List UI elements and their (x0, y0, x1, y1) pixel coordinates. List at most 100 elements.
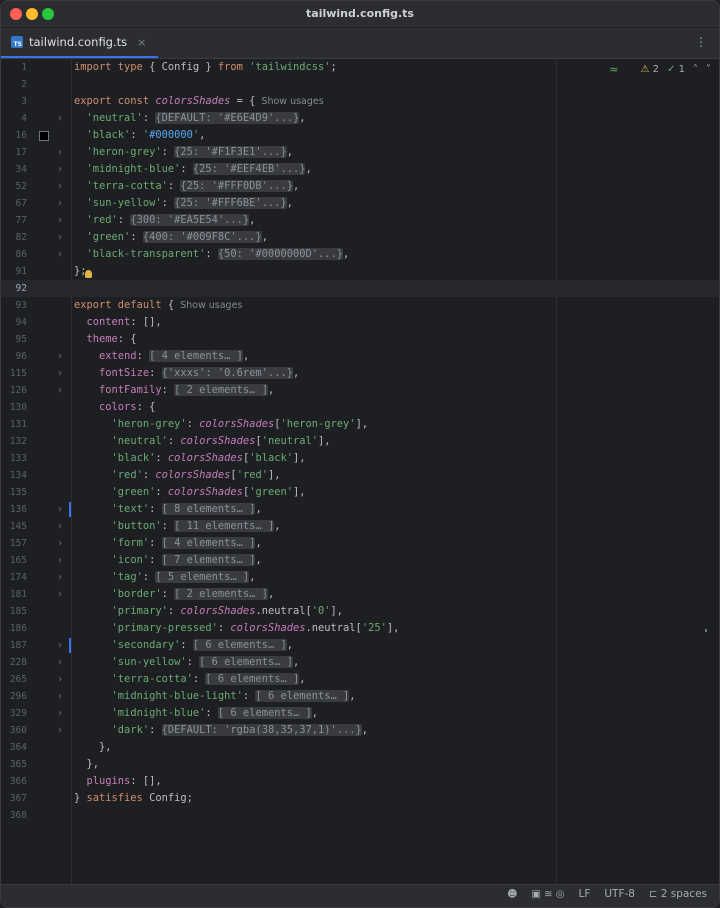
code-line[interactable]: 94 content: [], (1, 314, 719, 331)
folded-region[interactable]: [ 6 elements… ] (205, 673, 300, 685)
tab-tailwind-config[interactable]: TS tailwind.config.ts × (1, 28, 159, 58)
folded-region[interactable]: [ 4 elements… ] (161, 537, 256, 549)
code-line[interactable]: 364 }, (1, 739, 719, 756)
folded-region[interactable]: {25: '#FFF0DB'...} (180, 180, 293, 192)
code-line[interactable]: 91}; (1, 263, 719, 280)
fold-toggle-icon[interactable]: › (57, 212, 63, 229)
fold-toggle-icon[interactable]: › (57, 722, 63, 739)
fold-toggle-icon[interactable]: › (57, 178, 63, 195)
code-line[interactable]: 77 › 'red': {300: '#EA5E54'...}, (1, 212, 719, 229)
code-line[interactable]: 185 'primary': colorsShades.neutral['0']… (1, 603, 719, 620)
fold-toggle-icon[interactable]: › (57, 654, 63, 671)
folded-region[interactable]: [ 11 elements… ] (174, 520, 275, 532)
code-line[interactable]: 365 }, (1, 756, 719, 773)
folded-region[interactable]: [ 4 elements… ] (149, 350, 243, 362)
code-line[interactable]: 181 › 'border': [ 2 elements… ], (1, 586, 719, 603)
fold-toggle-icon[interactable]: › (57, 110, 63, 127)
code-line[interactable]: 228 › 'sun-yellow': [ 6 elements… ], (1, 654, 719, 671)
lightbulb-icon[interactable] (84, 270, 92, 278)
fold-toggle-icon[interactable]: › (57, 246, 63, 263)
fold-toggle-icon[interactable]: › (57, 535, 63, 552)
code-line[interactable]: 187 › 'secondary': [ 6 elements… ], (1, 637, 719, 654)
code-line[interactable]: 360 › 'dark': {DEFAULT: 'rgba(38,35,37,1)… (1, 722, 719, 739)
code-line[interactable]: 157 › 'form': [ 4 elements… ], (1, 535, 719, 552)
code-line[interactable]: 174 › 'tag': [ 5 elements… ], (1, 569, 719, 586)
code-line[interactable]: 329 › 'midnight-blue': [ 6 elements… ], (1, 705, 719, 722)
folded-region[interactable]: {'xxxs': '0.6rem'...} (161, 367, 293, 379)
line-separator[interactable]: LF (578, 888, 590, 900)
code-line[interactable]: 86 › 'black-transparent': {50: '#0000000D… (1, 246, 719, 263)
fold-toggle-icon[interactable]: › (57, 705, 63, 722)
code-line[interactable]: 3 export const colorsShades = {Show usage… (1, 93, 719, 110)
code-line[interactable]: 136 › 'text': [ 8 elements… ], (1, 501, 719, 518)
folded-region[interactable]: {25: '#EEF4EB'...} (192, 163, 306, 175)
code-line[interactable]: 132 'neutral': colorsShades['neutral'], (1, 433, 719, 450)
fold-toggle-icon[interactable]: › (57, 518, 63, 535)
checks-indicator[interactable]: ✓ 1 (667, 64, 685, 75)
code-line[interactable]: 145 › 'button': [ 11 elements… ], (1, 518, 719, 535)
code-line[interactable]: 133 'black': colorsShades['black'], (1, 450, 719, 467)
code-line[interactable]: 296 › 'midnight-blue-light': [ 6 elements… (1, 688, 719, 705)
folded-region[interactable]: {50: '#0000000D'...} (217, 248, 344, 260)
folded-region[interactable]: [ 5 elements… ] (155, 571, 250, 583)
folded-region[interactable]: {25: '#FFF6BE'...} (174, 197, 287, 209)
fold-toggle-icon[interactable]: › (57, 144, 63, 161)
fold-toggle-icon[interactable]: › (57, 348, 63, 365)
folded-region[interactable]: [ 6 elements… ] (199, 656, 293, 668)
indent-settings[interactable]: ⊏ 2 spaces (649, 888, 707, 900)
folded-region[interactable]: [ 6 elements… ] (192, 639, 287, 651)
close-tab-icon[interactable]: × (137, 36, 146, 49)
readonly-toggle-icon[interactable]: ▣ ≋ ◎ (532, 889, 565, 900)
folded-region[interactable]: [ 7 elements… ] (161, 554, 256, 566)
warnings-indicator[interactable]: ⚠ 2 (641, 64, 660, 75)
code-line[interactable]: 186 'primary-pressed': colorsShades.neut… (1, 620, 719, 637)
code-line[interactable]: 130 colors: { (1, 399, 719, 416)
next-highlight-icon[interactable]: ˅ (706, 64, 711, 75)
code-line[interactable]: 67 › 'sun-yellow': {25: '#FFF6BE'...}, (1, 195, 719, 212)
folded-region[interactable]: [ 6 elements… ] (255, 690, 350, 702)
folded-region[interactable]: {DEFAULT: '#E6E4D9'...} (155, 112, 300, 124)
folded-region[interactable]: [ 8 elements… ] (161, 503, 256, 515)
code-line[interactable]: 34 › 'midnight-blue': {25: '#EEF4EB'...}, (1, 161, 719, 178)
more-options-icon[interactable]: ⋮ (695, 35, 707, 49)
code-line[interactable]: 135 'green': colorsShades['green'], (1, 484, 719, 501)
code-line[interactable]: 95 theme: { (1, 331, 719, 348)
code-line[interactable]: 16 'black': '#000000', (1, 127, 719, 144)
code-editor[interactable]: 1 import type { Config } from 'tailwindcs… (1, 59, 719, 886)
vcs-change-marker[interactable] (69, 502, 71, 517)
folded-region[interactable]: {DEFAULT: 'rgba(38,35,37,1)'...} (161, 724, 362, 736)
fold-toggle-icon[interactable]: › (57, 569, 63, 586)
code-line[interactable]: 265 › 'terra-cotta': [ 6 elements… ], (1, 671, 719, 688)
code-line[interactable]: 17 › 'heron-grey': {25: '#F1F3E1'...}, (1, 144, 719, 161)
code-line[interactable]: 96 › extend: [ 4 elements… ], (1, 348, 719, 365)
code-line[interactable]: 367} satisfies Config; (1, 790, 719, 807)
code-line[interactable]: 82 › 'green': {400: '#009F8C'...}, (1, 229, 719, 246)
folded-region[interactable]: [ 6 elements… ] (217, 707, 312, 719)
fold-toggle-icon[interactable]: › (57, 501, 63, 518)
fold-toggle-icon[interactable]: › (57, 229, 63, 246)
fold-toggle-icon[interactable]: › (57, 637, 63, 654)
ai-assistant-icon[interactable]: ≈ (609, 63, 618, 76)
show-usages-hint[interactable]: Show usages (180, 300, 242, 311)
folded-region[interactable]: {25: '#F1F3E1'...} (174, 146, 287, 158)
fold-toggle-icon[interactable]: › (57, 671, 63, 688)
code-line[interactable]: 368 (1, 807, 719, 824)
code-line[interactable]: 4 › 'neutral': {DEFAULT: '#E6E4D9'...}, (1, 110, 719, 127)
fold-toggle-icon[interactable]: › (57, 586, 63, 603)
code-line[interactable]: 115 › fontSize: {'xxxs': '0.6rem'...}, (1, 365, 719, 382)
code-line[interactable]: 134 'red': colorsShades['red'], (1, 467, 719, 484)
code-line[interactable]: 131 'heron-grey': colorsShades['heron-gr… (1, 416, 719, 433)
folded-region[interactable]: [ 2 elements… ] (174, 384, 268, 396)
code-line[interactable]: 52 › 'terra-cotta': {25: '#FFF0DB'...}, (1, 178, 719, 195)
file-encoding[interactable]: UTF-8 (604, 888, 635, 900)
vcs-change-marker[interactable] (69, 638, 71, 653)
folded-region[interactable]: {400: '#009F8C'...} (142, 231, 262, 243)
fold-toggle-icon[interactable]: › (57, 552, 63, 569)
fold-toggle-icon[interactable]: › (57, 195, 63, 212)
show-usages-hint[interactable]: Show usages (261, 96, 323, 107)
copilot-icon[interactable]: ☻ (507, 889, 517, 900)
code-line[interactable]: 165 › 'icon': [ 7 elements… ], (1, 552, 719, 569)
code-line[interactable]: 126 › fontFamily: [ 2 elements… ], (1, 382, 719, 399)
fold-toggle-icon[interactable]: › (57, 365, 63, 382)
fold-toggle-icon[interactable]: › (57, 161, 63, 178)
